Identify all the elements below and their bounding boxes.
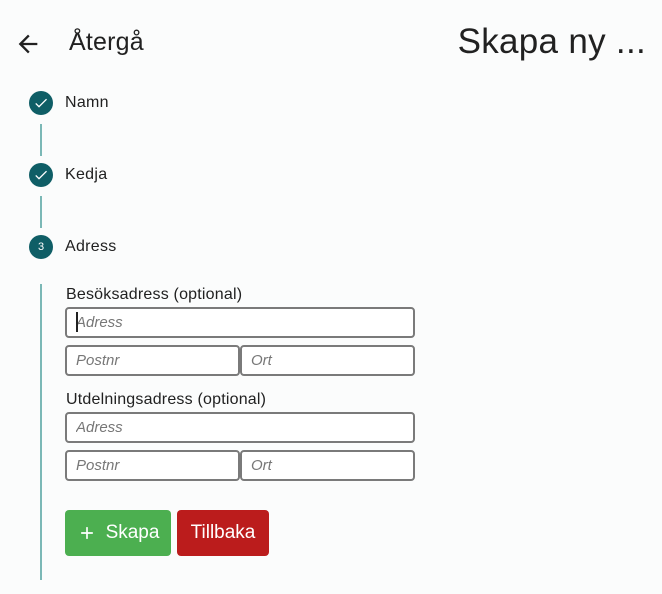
check-icon xyxy=(35,98,47,108)
app-header: Återgå Skapa ny ... xyxy=(0,0,662,86)
step-content-line xyxy=(40,284,42,580)
arrow-left-icon[interactable] xyxy=(14,30,42,58)
step-label: Namn xyxy=(65,94,109,111)
back-button[interactable]: Tillbaka xyxy=(177,510,269,556)
step-namn[interactable]: Namn xyxy=(29,91,109,115)
step-label: Adress xyxy=(65,238,117,255)
delivery-city-input[interactable] xyxy=(240,450,415,481)
page-title: Skapa ny ... xyxy=(457,22,646,61)
step-label: Kedja xyxy=(65,166,108,183)
visiting-city-input[interactable] xyxy=(240,345,415,376)
step-number: 3 xyxy=(37,241,45,253)
create-button[interactable]: Skapa xyxy=(65,510,171,556)
step-adress[interactable]: 3 Adress xyxy=(29,235,117,259)
step-number-badge: 3 xyxy=(29,235,53,259)
step-kedja[interactable]: Kedja xyxy=(29,163,107,187)
step-completed-badge xyxy=(29,91,53,115)
create-button-label: Skapa xyxy=(105,522,160,543)
visiting-postal-input[interactable] xyxy=(65,345,240,376)
delivery-address-input[interactable] xyxy=(65,412,415,443)
text-caret xyxy=(76,312,78,332)
delivery-postal-input[interactable] xyxy=(65,450,240,481)
step-completed-badge xyxy=(29,163,53,187)
visiting-address-label: Besöksadress (optional) xyxy=(66,286,243,303)
step-connector xyxy=(40,196,42,228)
plus-icon xyxy=(80,527,93,539)
delivery-address-label: Utdelningsadress (optional) xyxy=(66,391,267,408)
back-link[interactable]: Återgå xyxy=(69,28,144,57)
check-icon xyxy=(35,170,47,180)
back-button-label: Tillbaka xyxy=(190,522,256,543)
visiting-address-input[interactable] xyxy=(65,307,415,338)
step-connector xyxy=(40,124,42,156)
